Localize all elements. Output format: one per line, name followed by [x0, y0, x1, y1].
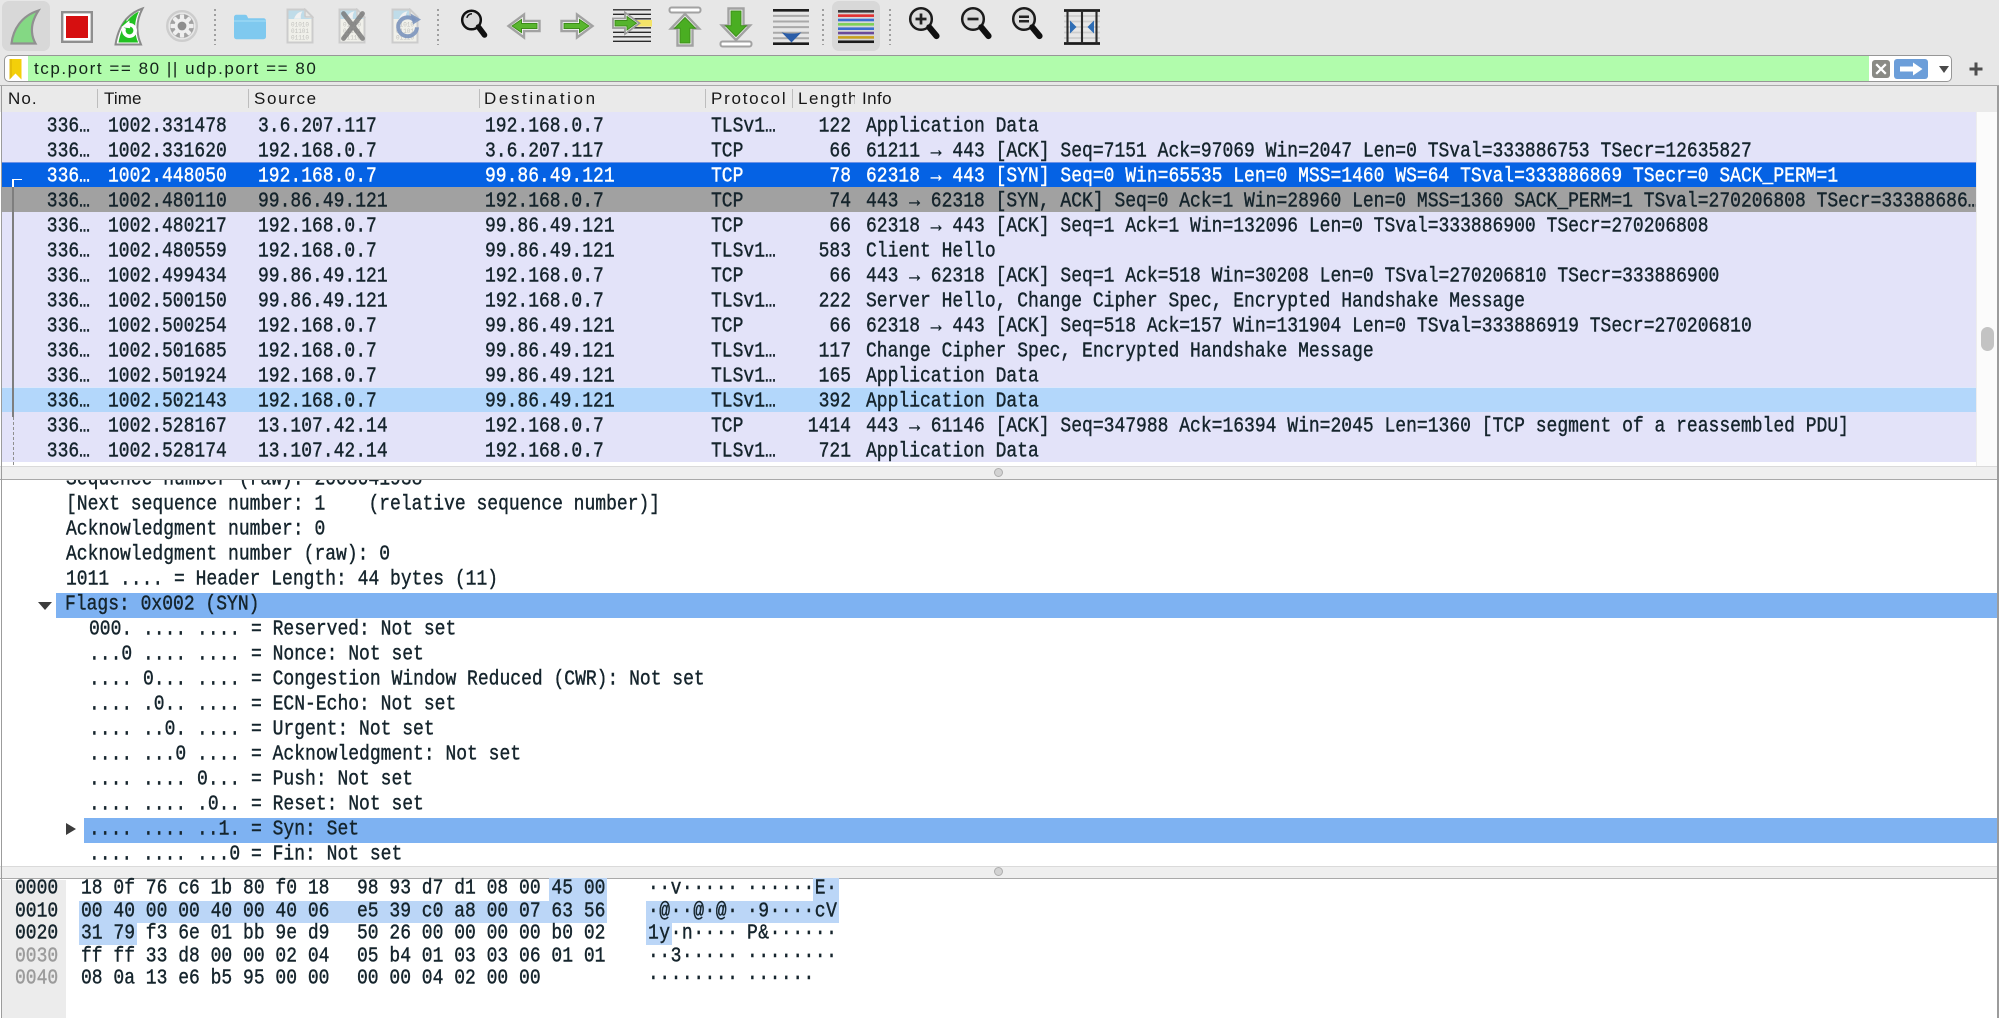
svg-text:01110: 01110	[291, 35, 309, 42]
